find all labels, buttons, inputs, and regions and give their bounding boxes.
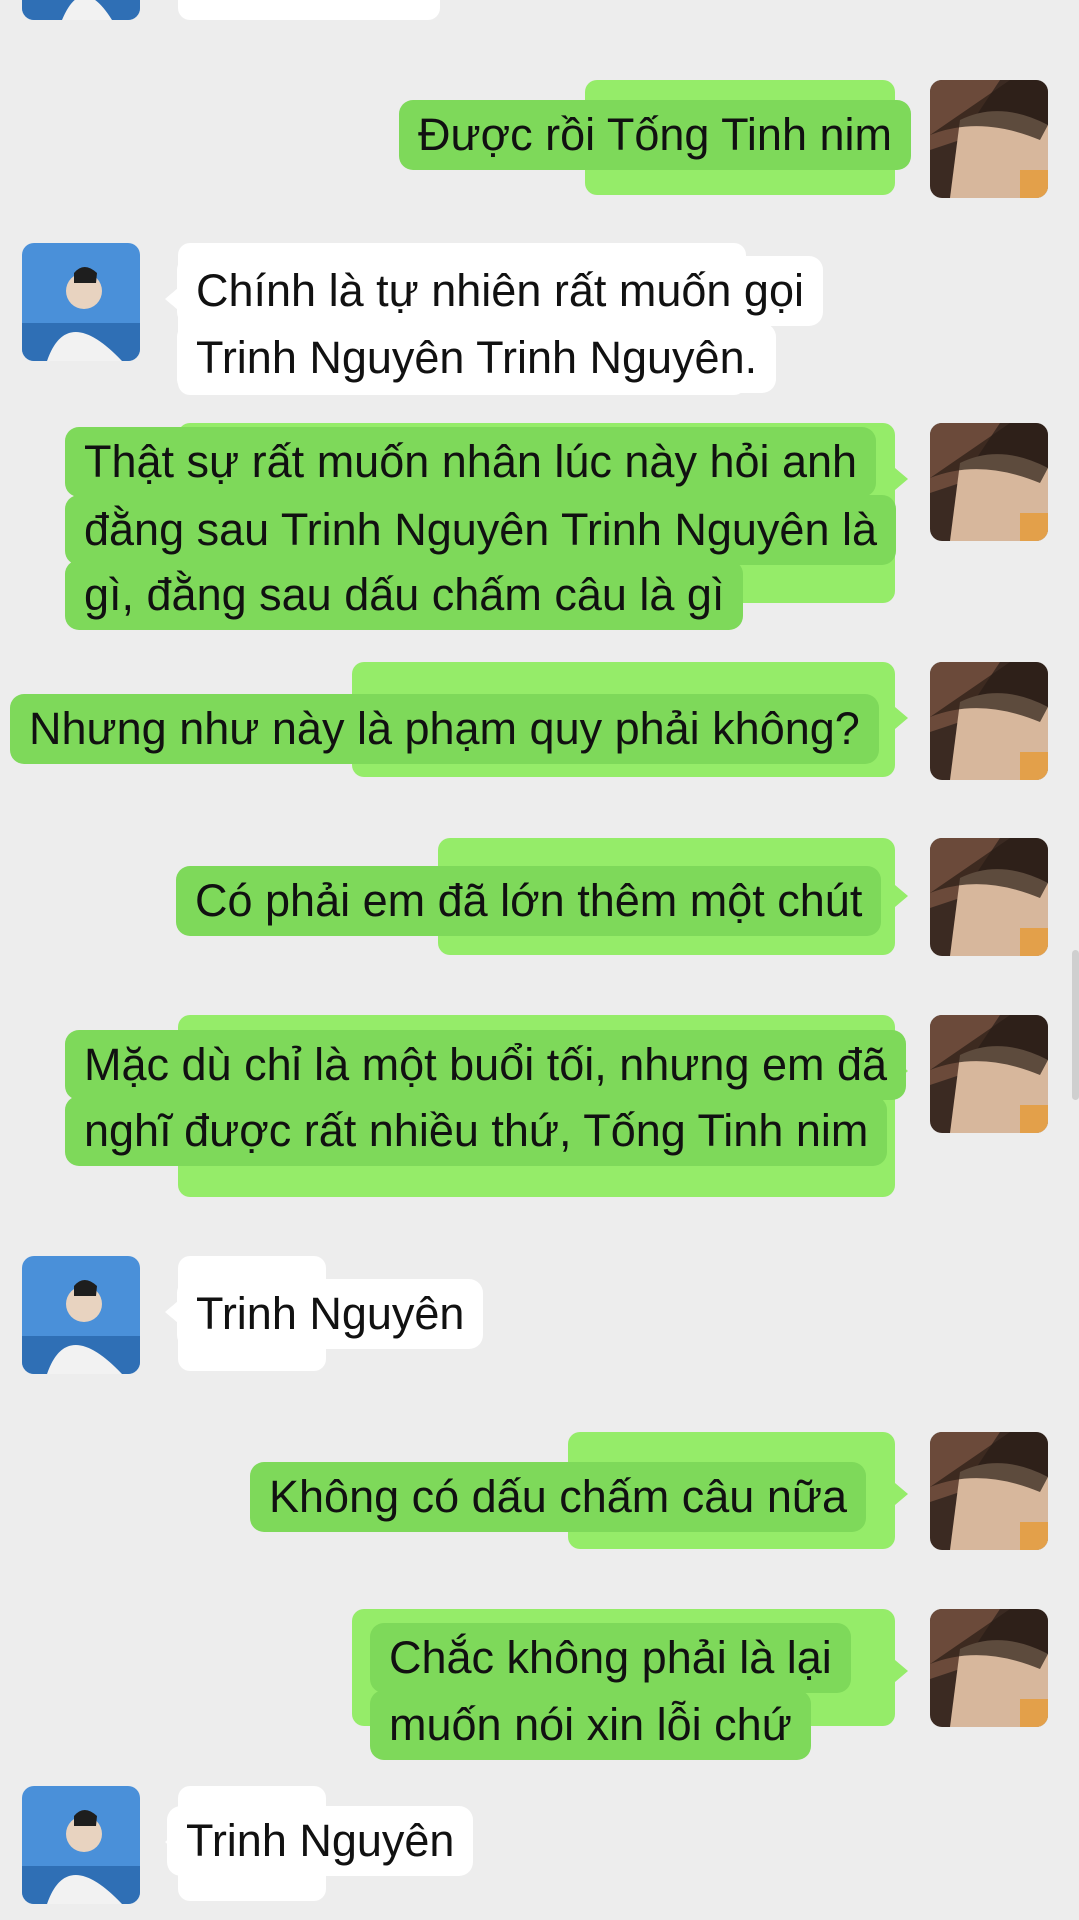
bubble-tail — [895, 1483, 908, 1505]
message-line: Chính là tự nhiên rất muốn gọi — [177, 256, 823, 326]
my-avatar-icon[interactable] — [930, 838, 1048, 956]
bubble-tail — [895, 707, 908, 729]
my-avatar-icon[interactable] — [930, 1432, 1048, 1550]
message-line: Được rồi Tống Tinh nim — [399, 100, 911, 170]
my-avatar-icon[interactable] — [930, 80, 1048, 198]
my-avatar-icon[interactable] — [930, 662, 1048, 780]
message-line: Có phải em đã lớn thêm một chút — [176, 866, 882, 936]
chat-area[interactable]: Được rồi Tống Tinh nim Chính là tự nhiên… — [0, 0, 1079, 1920]
message-line: Trinh Nguyên — [177, 1279, 484, 1349]
contact-avatar-icon[interactable] — [22, 0, 140, 20]
message-bubble-partial — [178, 0, 440, 20]
my-avatar-icon[interactable] — [930, 1609, 1048, 1727]
message-line: Chắc không phải là lại — [370, 1623, 851, 1693]
message-line: nghĩ được rất nhiều thứ, Tống Tinh nim — [65, 1096, 888, 1166]
contact-avatar-icon[interactable] — [22, 243, 140, 361]
message-line: Thật sự rất muốn nhân lúc này hỏi anh — [65, 427, 877, 497]
my-avatar-icon[interactable] — [930, 1015, 1048, 1133]
my-avatar-icon[interactable] — [930, 423, 1048, 541]
message-line: Không có dấu chấm câu nữa — [250, 1462, 867, 1532]
scrollbar[interactable] — [1072, 950, 1079, 1100]
contact-avatar-icon[interactable] — [22, 1256, 140, 1374]
message-line: đằng sau Trinh Nguyên Trinh Nguyên là — [65, 495, 896, 565]
bubble-tail — [895, 885, 908, 907]
bubble-tail — [895, 468, 908, 490]
bubble-tail — [895, 1660, 908, 1682]
message-line: Trinh Nguyên Trinh Nguyên. — [177, 323, 777, 393]
message-line: Nhưng như này là phạm quy phải không? — [10, 694, 879, 764]
message-line: muốn nói xin lỗi chứ — [370, 1690, 811, 1760]
contact-avatar-icon[interactable] — [22, 1786, 140, 1904]
message-line: Mặc dù chỉ là một buổi tối, nhưng em đã — [65, 1030, 907, 1100]
message-line: Trinh Nguyên — [167, 1806, 474, 1876]
message-line: gì, đằng sau dấu chấm câu là gì — [65, 560, 744, 630]
